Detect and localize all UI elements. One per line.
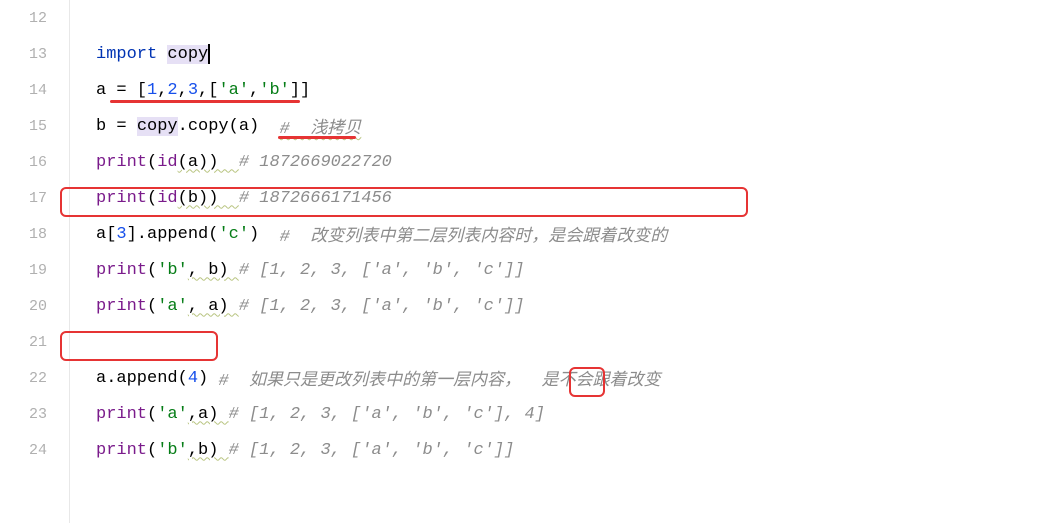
code-line[interactable]: print(id(b)) # 1872666171456 [96,180,1055,216]
code-line[interactable]: a.append(4) # 如果只是更改列表中的第一层内容， 是不会跟着改变 [96,360,1055,396]
number-literal: 1 [147,81,157,100]
code-token: a[ [96,225,116,244]
paren: ( [147,261,157,280]
module-name: copy [167,45,208,64]
builtin-print: print [96,261,147,280]
number-literal: 2 [167,81,177,100]
paren: ( [147,189,157,208]
line-number: 13 [0,36,69,72]
line-number: 19 [0,252,69,288]
builtin-id: id [157,189,177,208]
code-token: ) [249,225,280,244]
paren: ( [147,441,157,460]
builtin-print: print [96,297,147,316]
code-token: ,a) [188,405,229,424]
string-literal: 'a' [157,297,188,316]
line-number: 22 [0,360,69,396]
code-token: b = [96,117,137,136]
comment: # [1, 2, 3, ['a', 'b', 'c']] [239,297,525,316]
identifier: copy [137,117,178,136]
builtin-print: print [96,441,147,460]
code-line[interactable] [96,324,1055,360]
builtin-print: print [96,189,147,208]
line-number: 15 [0,108,69,144]
bracket: [ [208,81,218,100]
text-cursor [208,44,210,64]
code-line[interactable]: import copy [96,36,1055,72]
line-number: 20 [0,288,69,324]
line-number: 18 [0,216,69,252]
comment: # [1, 2, 3, ['a', 'b', 'c']] [229,441,515,460]
comment: # 1872666171456 [239,189,392,208]
comma: , [178,81,188,100]
paren: ( [147,297,157,316]
brackets-close: ]] [290,81,310,100]
builtin-id: id [157,153,177,172]
comma: , [157,81,167,100]
comment: # 浅拷贝 [280,113,362,139]
line-number: 23 [0,396,69,432]
code-token: , a) [188,297,239,316]
comment: # 改变列表中第二层列表内容时，是会跟着改变的 [280,221,668,247]
line-number: 21 [0,324,69,360]
code-line[interactable]: print('a', a) # [1, 2, 3, ['a', 'b', 'c'… [96,288,1055,324]
paren: ( [147,405,157,424]
code-token: ,b) [188,441,229,460]
code-line[interactable]: print('b', b) # [1, 2, 3, ['a', 'b', 'c'… [96,252,1055,288]
builtin-print: print [96,405,147,424]
code-line[interactable] [96,0,1055,36]
code-token: (a)) [178,153,239,172]
code-area[interactable]: import copy a = [1,2,3,['a','b']] b = co… [70,0,1055,523]
number-literal: 3 [188,81,198,100]
dot: . [178,117,188,136]
code-token: a = [ [96,81,147,100]
builtin-print: print [96,153,147,172]
code-line[interactable]: print('b',b) # [1, 2, 3, ['a', 'b', 'c']… [96,432,1055,468]
line-number: 24 [0,432,69,468]
comment: # [1, 2, 3, ['a', 'b', 'c']] [239,261,525,280]
string-literal: 'c' [218,225,249,244]
code-line[interactable]: a[3].append('c') # 改变列表中第二层列表内容时，是会跟着改变的 [96,216,1055,252]
keyword-import: import [96,45,157,64]
code-line[interactable]: print(id(a)) # 1872669022720 [96,144,1055,180]
line-number: 16 [0,144,69,180]
string-literal: 'a' [218,81,249,100]
code-token: ].append( [127,225,219,244]
number-literal: 3 [116,225,126,244]
code-line[interactable]: b = copy.copy(a) # 浅拷贝 [96,108,1055,144]
comment: # 如果只是更改列表中的第一层内容， 是不会跟着改变 [218,365,660,391]
line-number: 17 [0,180,69,216]
line-number: 12 [0,0,69,36]
string-literal: 'b' [157,261,188,280]
code-token: , b) [188,261,239,280]
string-literal: 'b' [157,441,188,460]
comma: , [198,81,208,100]
comment: # 1872669022720 [239,153,392,172]
code-editor: 12 13 14 15 16 17 18 19 20 21 22 23 24 i… [0,0,1055,523]
string-literal: 'b' [259,81,290,100]
number-literal: 4 [188,369,198,388]
code-token: ) [198,369,218,388]
code-token: a.append( [96,369,188,388]
paren: ( [147,153,157,172]
paren-arg: (a) [229,117,280,136]
function-call: copy [188,117,229,136]
line-number-gutter: 12 13 14 15 16 17 18 19 20 21 22 23 24 [0,0,70,523]
comment: # [1, 2, 3, ['a', 'b', 'c'], 4] [229,405,545,424]
code-line[interactable]: print('a',a) # [1, 2, 3, ['a', 'b', 'c']… [96,396,1055,432]
line-number: 14 [0,72,69,108]
code-line[interactable]: a = [1,2,3,['a','b']] [96,72,1055,108]
space [157,45,167,64]
code-token: (b)) [178,189,239,208]
comma: , [249,81,259,100]
string-literal: 'a' [157,405,188,424]
